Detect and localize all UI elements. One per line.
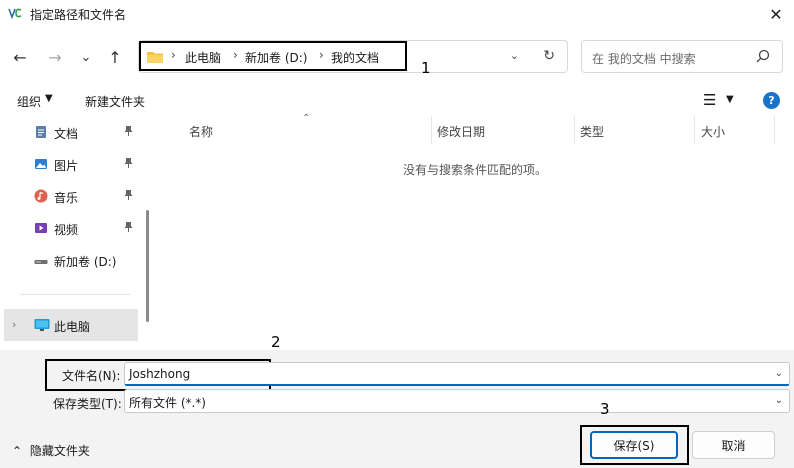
caret-down-icon[interactable]: ▼ xyxy=(45,93,53,104)
pin-icon[interactable] xyxy=(124,158,133,171)
forward-arrow-icon: → xyxy=(48,47,62,67)
column-divider[interactable] xyxy=(431,116,432,144)
save-button[interactable]: 保存(S) xyxy=(590,431,678,459)
close-button[interactable]: ✕ xyxy=(766,4,786,24)
drive-icon xyxy=(34,260,48,264)
sort-ascending-icon: ⌃ xyxy=(302,113,311,124)
filename-field[interactable]: Joshzhong ⌄ xyxy=(124,362,790,386)
refresh-icon[interactable]: ↻ xyxy=(543,48,555,64)
document-icon xyxy=(36,126,46,138)
recent-locations-button[interactable]: ⌄ xyxy=(75,47,97,67)
music-icon xyxy=(34,189,48,203)
video-icon xyxy=(35,223,47,233)
filetype-value[interactable]: 所有文件 (*.*) xyxy=(129,394,206,411)
file-list[interactable]: ⌃ 名称 修改日期 类型 大小 没有与搜索条件匹配的项。 xyxy=(156,113,794,350)
sidebar-item-videos[interactable]: 视频 xyxy=(0,214,140,242)
sidebar-item-label: 新加卷 (D:) xyxy=(54,255,117,269)
hide-folders-toggle[interactable]: ⌃ 隐藏文件夹 xyxy=(12,442,90,459)
column-header-size[interactable]: 大小 xyxy=(701,123,725,140)
view-options-icon[interactable]: ☰ xyxy=(703,91,716,109)
sidebar-scrollbar[interactable] xyxy=(146,210,149,322)
organize-button[interactable]: 组织 xyxy=(17,93,41,110)
annotation-label-1: 1 xyxy=(421,59,431,77)
sidebar-item-music[interactable]: 音乐 xyxy=(0,182,140,210)
window-title: 指定路径和文件名 xyxy=(30,8,127,22)
chevron-right-icon[interactable]: › xyxy=(12,318,16,331)
new-folder-button[interactable]: 新建文件夹 xyxy=(85,93,145,110)
column-header-name[interactable]: 名称 xyxy=(189,123,213,140)
search-box[interactable]: 在 我的文档 中搜索 xyxy=(581,40,783,73)
back-arrow-icon: ← xyxy=(13,47,27,67)
save-button-label: 保存(S) xyxy=(613,438,655,453)
chevron-down-icon[interactable]: ⌄ xyxy=(775,395,783,406)
forward-button[interactable]: → xyxy=(44,47,66,67)
column-divider[interactable] xyxy=(774,116,775,144)
pictures-icon xyxy=(35,159,47,169)
filename-value[interactable]: Joshzhong xyxy=(129,367,190,381)
computer-icon xyxy=(34,319,50,331)
pin-icon[interactable] xyxy=(124,222,133,235)
chevron-down-icon: ⌄ xyxy=(80,49,92,65)
cancel-button[interactable]: 取消 xyxy=(692,431,775,459)
column-header-date[interactable]: 修改日期 xyxy=(437,123,485,140)
title-bar: 指定路径和文件名 ✕ xyxy=(0,0,794,28)
pin-icon[interactable] xyxy=(124,190,133,203)
column-divider[interactable] xyxy=(694,116,695,144)
empty-message: 没有与搜索条件匹配的项。 xyxy=(402,163,547,177)
sidebar-item-drive-d[interactable]: 新加卷 (D:) xyxy=(0,246,140,274)
sidebar-item-label: 此电脑 xyxy=(54,320,91,334)
address-dropdown-icon[interactable]: ⌄ xyxy=(510,49,519,62)
save-form: 2 文件名(N): Joshzhong ⌄ 保存类型(T): 所有文件 (*.*… xyxy=(0,333,794,468)
annotation-label-3: 3 xyxy=(600,400,610,418)
close-icon: ✕ xyxy=(769,4,783,24)
search-input[interactable]: 在 我的文档 中搜索 xyxy=(592,50,696,67)
caret-down-icon[interactable]: ▼ xyxy=(726,94,734,105)
sidebar-item-this-pc[interactable]: › 此电脑 xyxy=(4,309,138,341)
sidebar-item-label: 视频 xyxy=(54,223,79,237)
sidebar-item-documents[interactable]: 文档 xyxy=(0,118,140,146)
back-button[interactable]: ← xyxy=(9,47,31,67)
annotation-box-1 xyxy=(139,41,407,71)
chevron-up-icon: ⌃ xyxy=(12,444,23,458)
up-button[interactable]: ↑ xyxy=(104,47,126,67)
help-icon[interactable]: ? xyxy=(763,92,780,109)
column-header-type[interactable]: 类型 xyxy=(580,123,604,140)
app-icon xyxy=(8,8,22,19)
sidebar-item-label: 图片 xyxy=(54,159,79,173)
pin-icon[interactable] xyxy=(124,126,133,139)
navigation-pane: 文档 图片 音乐 视频 新加卷 (D:) › 此电脑 xyxy=(0,116,152,350)
filetype-label: 保存类型(T): xyxy=(53,397,122,411)
filename-label: 文件名(N): xyxy=(62,369,121,383)
navigation-bar: ← → ⌄ ↑ › 此电脑 › 新加卷 (D:) › 我的文档 ⌄ ↻ 1 在 … xyxy=(0,36,794,78)
command-bar: 组织 ▼ 新建文件夹 ☰ ▼ ? xyxy=(0,86,794,116)
sidebar-item-label: 文档 xyxy=(54,127,79,141)
sidebar-item-pictures[interactable]: 图片 xyxy=(0,150,140,178)
cancel-button-label: 取消 xyxy=(721,438,746,453)
search-icon xyxy=(756,49,770,63)
filetype-select[interactable]: 所有文件 (*.*) ⌄ xyxy=(124,389,790,413)
annotation-label-2: 2 xyxy=(271,333,281,351)
hide-folders-label: 隐藏文件夹 xyxy=(29,444,90,458)
sidebar-divider xyxy=(20,294,130,295)
up-arrow-icon: ↑ xyxy=(108,47,122,67)
chevron-down-icon[interactable]: ⌄ xyxy=(775,368,783,379)
column-divider[interactable] xyxy=(574,116,575,144)
sidebar-item-label: 音乐 xyxy=(54,191,79,205)
